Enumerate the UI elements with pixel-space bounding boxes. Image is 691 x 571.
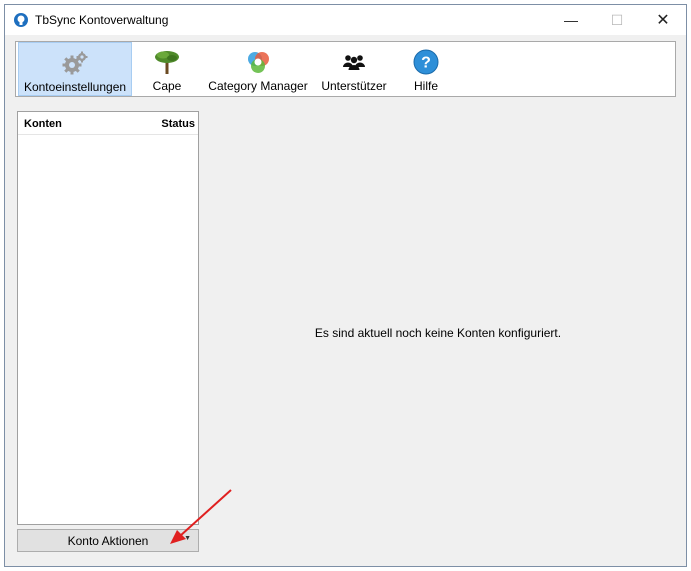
konto-aktionen-label: Konto Aktionen	[67, 533, 149, 548]
tab-cape[interactable]: Cape	[142, 42, 192, 96]
tab-kontoeinstellungen[interactable]: Kontoeinstellungen	[18, 42, 132, 96]
minimize-button[interactable]: —	[548, 5, 594, 35]
tab-cape-label: Cape	[152, 79, 182, 93]
help-icon: ?	[412, 48, 440, 76]
accounts-list[interactable]: Konten Status	[17, 111, 199, 525]
category-circles-icon	[244, 48, 272, 76]
gears-icon	[61, 49, 89, 77]
tbsync-window: TbSync Kontoverwaltung — ☐ ✕ Kontoeinste…	[4, 4, 687, 567]
window-title: TbSync Kontoverwaltung	[35, 13, 169, 27]
tab-unterstuetzer[interactable]: Unterstützer	[318, 42, 390, 96]
tab-kontoeinstellungen-label: Kontoeinstellungen	[23, 80, 127, 94]
konto-aktionen-button[interactable]: Konto Aktionen ▼	[17, 529, 199, 552]
close-button[interactable]: ✕	[640, 5, 686, 35]
title-bar: TbSync Kontoverwaltung — ☐ ✕	[5, 5, 686, 35]
empty-accounts-message: Es sind aktuell noch keine Konten konfig…	[314, 326, 562, 340]
tab-category-manager[interactable]: Category Manager	[208, 42, 308, 96]
tab-hilfe[interactable]: ? Hilfe	[405, 42, 447, 96]
tab-unterstuetzer-label: Unterstützer	[321, 79, 387, 93]
people-icon	[340, 48, 368, 76]
tab-hilfe-label: Hilfe	[413, 79, 438, 93]
column-header-konten[interactable]: Konten	[24, 118, 62, 130]
app-icon	[14, 13, 28, 27]
maximize-button[interactable]: ☐	[594, 5, 640, 35]
tab-category-manager-label: Category Manager	[208, 79, 308, 93]
chevron-down-icon: ▼	[184, 535, 191, 542]
svg-text:?: ?	[421, 55, 431, 72]
toolbar: Kontoeinstellungen Cape Category Manager…	[15, 41, 676, 97]
accounts-list-header: Konten Status	[18, 112, 198, 135]
tree-icon	[153, 48, 181, 76]
column-header-status[interactable]: Status	[161, 118, 195, 130]
